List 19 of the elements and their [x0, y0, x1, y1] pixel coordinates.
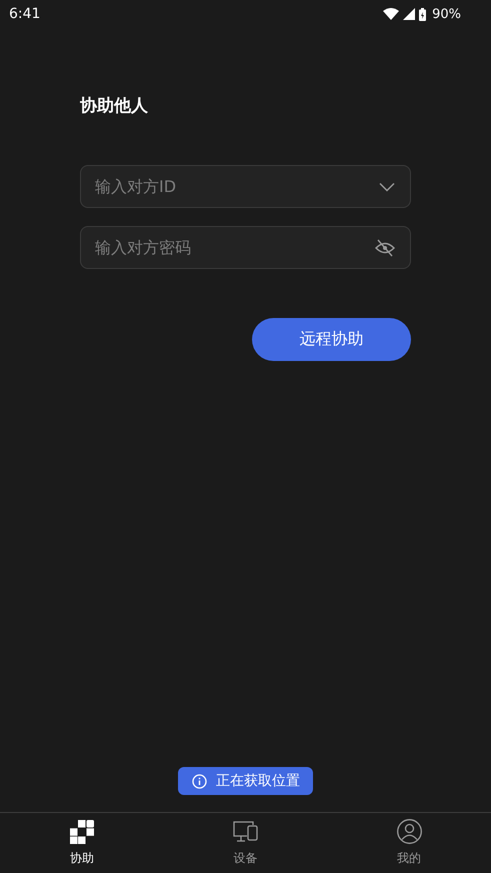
- wifi-icon: [383, 8, 400, 20]
- nav-tab[interactable]: 协助: [0, 813, 164, 873]
- page-title: 协助他人: [80, 95, 149, 117]
- battery-icon: [419, 8, 426, 20]
- eye-slash-icon[interactable]: [375, 238, 395, 256]
- input-field[interactable]: 输入对方密码: [80, 226, 411, 269]
- battery-level: 90%: [432, 6, 461, 22]
- remote-assist-button[interactable]: 远程协助: [252, 318, 411, 361]
- chevron-down-icon[interactable]: [379, 182, 395, 191]
- grid-blocks-icon: [70, 820, 94, 844]
- signal-icon: [403, 8, 416, 20]
- toast-text: 正在获取位置: [216, 772, 300, 790]
- info-icon: [192, 774, 207, 788]
- user-circle-icon: [396, 819, 422, 844]
- status-time: 6:41: [9, 6, 40, 22]
- nav-tab[interactable]: 我的: [327, 813, 491, 873]
- nav-tab[interactable]: 设备: [164, 813, 328, 873]
- devices-icon: [232, 820, 258, 844]
- input-field[interactable]: 输入对方ID: [80, 165, 411, 208]
